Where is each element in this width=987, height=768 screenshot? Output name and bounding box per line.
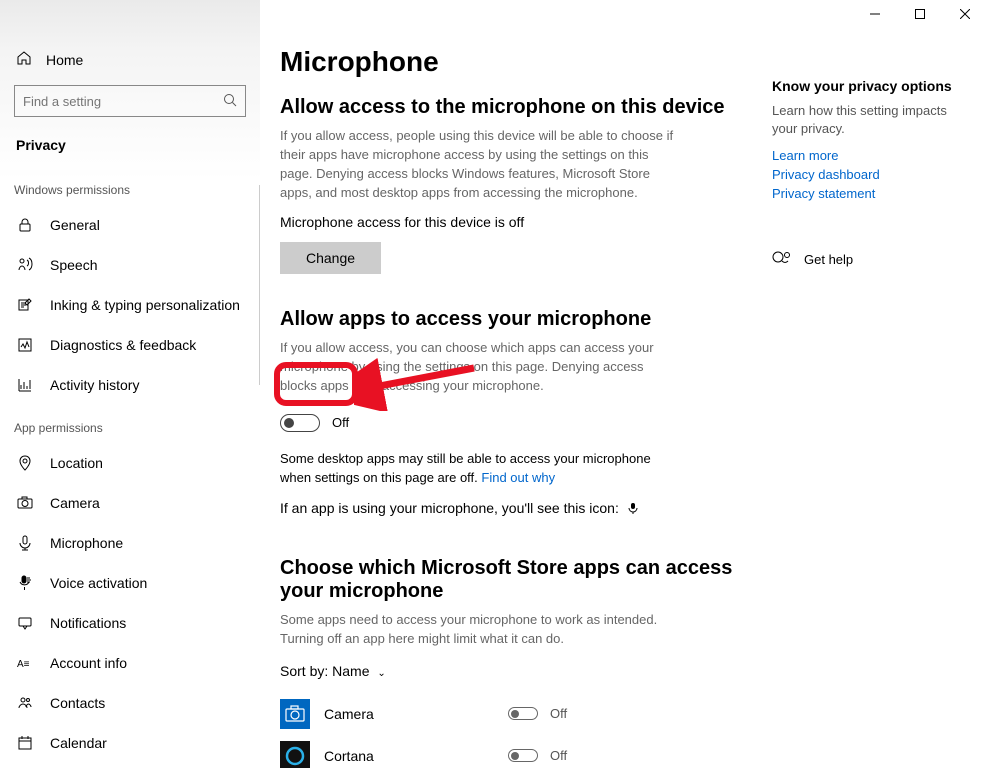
nav-label: Activity history xyxy=(50,377,139,393)
lock-icon xyxy=(16,216,34,234)
section2-heading: Allow apps to access your microphone xyxy=(280,308,767,331)
section3-desc: Some apps need to access your microphone… xyxy=(280,611,680,649)
find-out-why-link[interactable]: Find out why xyxy=(481,470,555,485)
minimize-button[interactable] xyxy=(852,0,897,28)
section-windows-permissions: Windows permissions xyxy=(0,167,260,205)
sidebar: Home Privacy Windows permissions General… xyxy=(0,0,260,768)
app-toggle-cortana[interactable] xyxy=(508,749,538,762)
app-name: Cortana xyxy=(324,748,508,764)
app-name: Camera xyxy=(324,706,508,722)
app-toggle-camera[interactable] xyxy=(508,707,538,720)
rail-link-learn-more[interactable]: Learn more xyxy=(772,148,967,163)
current-section: Privacy xyxy=(0,129,260,167)
sort-control[interactable]: Sort by: Name ⌄ xyxy=(280,663,767,679)
nav-camera[interactable]: Camera xyxy=(0,483,260,523)
nav-calendar[interactable]: Calendar xyxy=(0,723,260,763)
chevron-down-icon: ⌄ xyxy=(377,668,385,679)
app-row-cortana: Cortana Off xyxy=(280,735,767,768)
home-label: Home xyxy=(46,52,83,68)
nav-diagnostics-feedback[interactable]: Diagnostics & feedback xyxy=(0,325,260,365)
home-icon xyxy=(16,50,32,69)
annotation-highlight xyxy=(274,362,358,406)
calendar-icon xyxy=(16,734,34,752)
notifications-icon xyxy=(16,614,34,632)
rail-desc: Learn how this setting impacts your priv… xyxy=(772,102,967,138)
rail-link-statement[interactable]: Privacy statement xyxy=(772,186,967,201)
nav-label: Contacts xyxy=(50,695,105,711)
microphone-icon xyxy=(16,534,34,552)
app-toggle-state: Off xyxy=(550,748,567,763)
annotation-arrow xyxy=(354,356,484,411)
speech-icon xyxy=(16,256,34,274)
nav-microphone[interactable]: Microphone xyxy=(0,523,260,563)
search-icon xyxy=(223,93,237,110)
apps-toggle-state: Off xyxy=(332,415,349,430)
apps-access-toggle[interactable] xyxy=(280,414,320,432)
diagnostics-icon xyxy=(16,336,34,354)
change-button[interactable]: Change xyxy=(280,242,381,274)
nav-label: Account info xyxy=(50,655,127,671)
nav-label: General xyxy=(50,217,100,233)
section-app-permissions: App permissions xyxy=(0,405,260,443)
nav-label: Inking & typing personalization xyxy=(50,297,240,313)
maximize-button[interactable] xyxy=(897,0,942,28)
microphone-indicator-icon xyxy=(627,501,639,517)
voice-icon xyxy=(16,574,34,592)
contacts-icon xyxy=(16,694,34,712)
camera-icon xyxy=(16,494,34,512)
nav-label: Microphone xyxy=(50,535,123,551)
section1-status: Microphone access for this device is off xyxy=(280,214,767,230)
window-controls xyxy=(852,0,987,28)
app-toggle-state: Off xyxy=(550,706,567,721)
rail-link-dashboard[interactable]: Privacy dashboard xyxy=(772,167,967,182)
help-icon xyxy=(772,249,790,270)
section1-heading: Allow access to the microphone on this d… xyxy=(280,96,767,119)
nav-contacts[interactable]: Contacts xyxy=(0,683,260,723)
nav-label: Camera xyxy=(50,495,100,511)
nav-activity-history[interactable]: Activity history xyxy=(0,365,260,405)
search-field[interactable] xyxy=(23,94,223,109)
activity-icon xyxy=(16,376,34,394)
nav-account-info[interactable]: A≡ Account info xyxy=(0,643,260,683)
nav-inking-typing-personalization[interactable]: Inking & typing personalization xyxy=(0,285,260,325)
section2-note: Some desktop apps may still be able to a… xyxy=(280,450,680,488)
nav-label: Calendar xyxy=(50,735,107,751)
nav-location[interactable]: Location xyxy=(0,443,260,483)
location-icon xyxy=(16,454,34,472)
page-title: Microphone xyxy=(280,46,767,78)
section1-desc: If you allow access, people using this d… xyxy=(280,127,680,202)
close-button[interactable] xyxy=(942,0,987,28)
nav-label: Notifications xyxy=(50,615,126,631)
nav-notifications[interactable]: Notifications xyxy=(0,603,260,643)
nav-label: Speech xyxy=(50,257,97,273)
svg-text:A≡: A≡ xyxy=(17,659,30,670)
nav-general[interactable]: General xyxy=(0,205,260,245)
get-help-label: Get help xyxy=(804,252,853,267)
home-nav[interactable]: Home xyxy=(0,40,260,79)
nav-speech[interactable]: Speech xyxy=(0,245,260,285)
apps-toggle-row: Off xyxy=(280,408,767,438)
nav-label: Voice activation xyxy=(50,575,147,591)
app-icon-camera xyxy=(280,699,310,729)
app-row-camera: Camera Off xyxy=(280,693,767,735)
search-input[interactable] xyxy=(14,85,246,117)
divider xyxy=(259,185,260,385)
app-icon-cortana xyxy=(280,741,310,768)
nav-label: Diagnostics & feedback xyxy=(50,337,196,353)
account-icon: A≡ xyxy=(16,654,34,672)
rail-heading: Know your privacy options xyxy=(772,78,967,94)
nav-voice-activation[interactable]: Voice activation xyxy=(0,563,260,603)
inking-icon xyxy=(16,296,34,314)
right-rail: Know your privacy options Learn how this… xyxy=(772,78,987,270)
section3-heading: Choose which Microsoft Store apps can ac… xyxy=(280,557,767,603)
nav-label: Location xyxy=(50,455,103,471)
section2-icon-note: If an app is using your microphone, you'… xyxy=(280,500,767,517)
get-help-row[interactable]: Get help xyxy=(772,249,967,270)
